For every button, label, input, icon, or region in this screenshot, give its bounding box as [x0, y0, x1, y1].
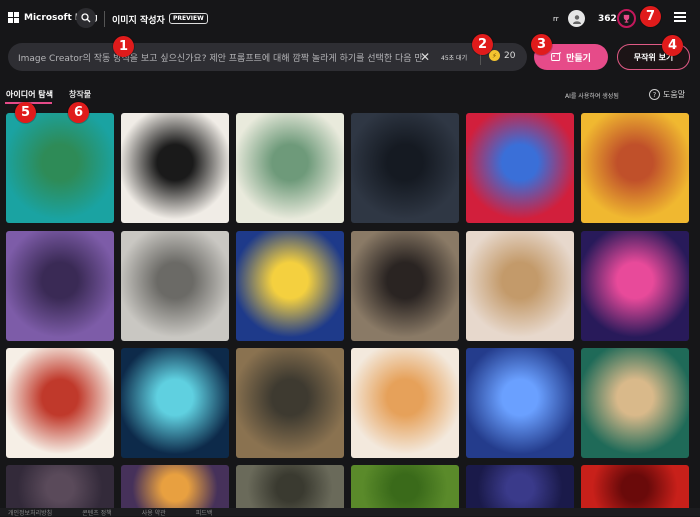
annotation-marker-3: 3: [531, 34, 552, 55]
gallery-image-hamster-crystal-ball[interactable]: [121, 348, 229, 458]
gallery-image-teal-number-2[interactable]: [6, 113, 114, 223]
preview-badge: PREVIEW: [169, 13, 208, 24]
gallery-image-blue-dahlia[interactable]: [466, 348, 574, 458]
hamburger-menu-icon[interactable]: [674, 12, 686, 22]
prompt-input[interactable]: Image Creator의 작동 방식을 보고 싶으신가요? 제안 프롬프트에…: [18, 51, 423, 64]
footer-link-3[interactable]: 피드백: [196, 508, 213, 517]
top-bar: Microsoft Bing 이미지 작성자 PREVIEW rr 362: [0, 0, 700, 38]
image-gallery: [6, 113, 696, 516]
gallery-image-colorful-eye-makeup[interactable]: [466, 113, 574, 223]
create-image-icon: [551, 52, 562, 61]
annotation-marker-1: 1: [113, 36, 134, 57]
clear-icon[interactable]: ✕: [420, 50, 430, 64]
header-divider: [104, 11, 105, 27]
boost-count: 20: [504, 50, 516, 61]
trophy-icon: [623, 14, 630, 23]
user-initials[interactable]: rr: [553, 15, 559, 23]
footer-link-0[interactable]: 개인정보처리방침: [8, 508, 52, 517]
annotation-marker-7: 7: [640, 6, 661, 27]
gallery-image-terrarium-bowl[interactable]: [581, 348, 689, 458]
gallery-image-purple-robot[interactable]: [6, 231, 114, 341]
wait-time-label: 45초 대기: [441, 55, 468, 62]
footer: 개인정보처리방침 콘텐츠 정책 사용 약관 피드백: [0, 508, 700, 517]
app-title: 이미지 작성자: [112, 16, 165, 26]
annotation-marker-5: 5: [15, 102, 36, 123]
prompt-bar: Image Creator의 작동 방식을 보고 싶으신가요? 제안 프롬프트에…: [8, 43, 527, 71]
tab-explore-ideas[interactable]: 아이디어 탐색: [6, 89, 53, 100]
help-icon[interactable]: ?: [649, 89, 660, 100]
microsoft-logo-icon: [8, 12, 19, 23]
gallery-image-succulent-bouquet[interactable]: [236, 113, 344, 223]
gallery-image-cosmic-figure[interactable]: [581, 231, 689, 341]
gallery-image-ruined-city[interactable]: [121, 231, 229, 341]
annotation-marker-6: 6: [68, 102, 89, 123]
user-icon: [572, 14, 581, 24]
gallery-image-gold-ring[interactable]: [466, 231, 574, 341]
search-button[interactable]: [76, 8, 96, 28]
avatar[interactable]: [568, 10, 585, 27]
footer-link-1[interactable]: 콘텐츠 정책: [82, 508, 112, 517]
gallery-image-ruined-building[interactable]: [236, 348, 344, 458]
gallery-image-lemon-surreal[interactable]: [236, 231, 344, 341]
gallery-image-elephant-tuxedo[interactable]: [351, 231, 459, 341]
gallery-image-dog-astronaut[interactable]: [581, 113, 689, 223]
tab-creations[interactable]: 창작물: [69, 89, 91, 100]
gallery-image-cocktail-glass[interactable]: [351, 348, 459, 458]
footer-link-2[interactable]: 사용 약관: [142, 508, 166, 517]
search-icon: [81, 13, 91, 23]
rewards-points[interactable]: 362: [598, 14, 617, 24]
annotation-marker-2: 2: [472, 34, 493, 55]
gallery-image-cozy-room[interactable]: [6, 348, 114, 458]
gallery-image-abstract-shapes[interactable]: [121, 113, 229, 223]
help-link[interactable]: 도움말: [663, 89, 685, 100]
annotation-marker-4: 4: [662, 35, 683, 56]
boost-coin-icon: ⚡: [489, 50, 500, 61]
rewards-button[interactable]: [617, 9, 636, 28]
ai-generated-note: AI를 사용하여 생성됨: [565, 93, 619, 100]
create-label: 만들기: [566, 53, 591, 64]
gallery-image-dark-castle[interactable]: [351, 113, 459, 223]
boost-counter[interactable]: ⚡ 20: [489, 50, 515, 61]
